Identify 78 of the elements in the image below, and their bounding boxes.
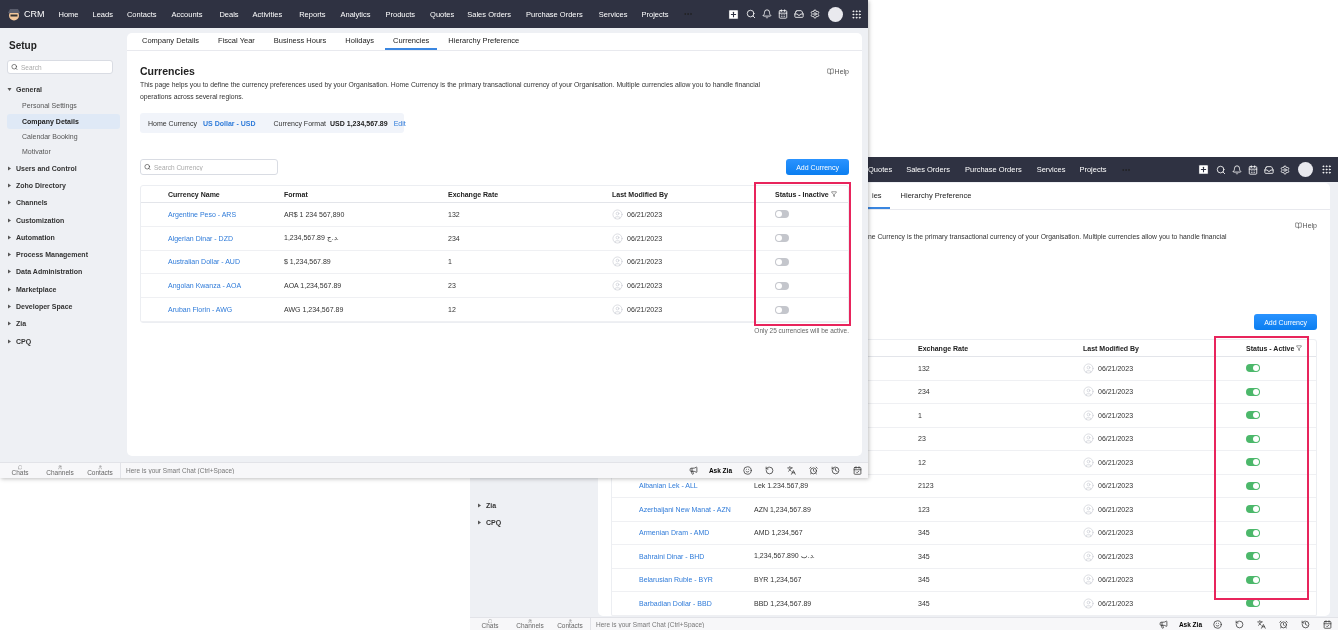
book-icon	[826, 67, 834, 75]
settings-icon[interactable]	[810, 9, 820, 19]
user-avatar-icon	[1083, 574, 1094, 586]
filter-icon	[1296, 345, 1303, 351]
sidebar-title: Setup	[9, 40, 38, 51]
chat-bubble-icon	[17, 465, 23, 470]
status-toggle[interactable]	[775, 210, 789, 219]
caret-icon	[7, 252, 12, 258]
caret-icon	[7, 338, 12, 344]
status-toggle[interactable]	[1246, 599, 1260, 608]
logo-icon[interactable]	[6, 6, 22, 22]
chat-bubble-icon	[487, 618, 493, 623]
user-avatar-icon	[1083, 597, 1094, 609]
apps-grid-icon[interactable]	[851, 8, 862, 20]
user-avatar-icon	[612, 232, 623, 244]
inbox-icon[interactable]	[794, 9, 804, 19]
user-avatar-icon	[1083, 503, 1094, 515]
bell-icon[interactable]	[1232, 164, 1242, 175]
caret-icon	[7, 200, 12, 206]
caret-icon	[477, 520, 482, 526]
caret-icon	[477, 503, 482, 509]
user-avatar-icon	[1083, 433, 1094, 445]
search-icon	[144, 163, 151, 171]
search-icon[interactable]	[746, 9, 756, 19]
user-avatar[interactable]	[828, 6, 843, 22]
user-avatar-icon	[612, 280, 623, 292]
user-avatar-icon	[1083, 409, 1094, 421]
caret-icon	[7, 269, 12, 275]
people-icon	[57, 465, 63, 470]
user-avatar-icon	[612, 256, 623, 268]
bell-icon[interactable]	[762, 9, 772, 19]
caret-icon	[7, 304, 12, 309]
caret-icon	[7, 182, 12, 188]
user-avatar-icon	[1083, 456, 1094, 468]
search-icon	[11, 63, 18, 71]
brand-name: CRM	[24, 9, 45, 19]
status-toggle[interactable]	[775, 258, 789, 266]
user-avatar-icon	[1083, 386, 1094, 398]
search-icon[interactable]	[1216, 164, 1226, 175]
add-icon[interactable]	[727, 7, 740, 21]
user-avatar-icon	[1083, 527, 1094, 539]
status-toggle[interactable]	[1246, 458, 1260, 467]
user-avatar-icon	[612, 304, 623, 316]
person-icon	[97, 465, 103, 470]
caret-icon	[7, 87, 12, 93]
people-icon	[527, 618, 533, 623]
status-toggle[interactable]	[1246, 434, 1260, 443]
status-toggle[interactable]	[1246, 528, 1260, 537]
caret-icon	[7, 217, 12, 223]
status-toggle[interactable]	[1246, 364, 1260, 373]
caret-icon	[7, 286, 12, 292]
user-avatar-icon	[1083, 480, 1094, 492]
status-toggle[interactable]	[775, 305, 789, 314]
inbox-icon[interactable]	[1264, 164, 1274, 175]
status-toggle[interactable]	[775, 281, 789, 290]
user-avatar[interactable]	[1298, 162, 1313, 177]
caret-icon	[7, 321, 12, 327]
settings-icon[interactable]	[1280, 164, 1290, 175]
status-toggle[interactable]	[775, 234, 789, 243]
status-toggle[interactable]	[1246, 575, 1260, 584]
calendar-icon[interactable]	[778, 9, 788, 19]
status-toggle[interactable]	[1246, 411, 1260, 420]
caret-icon	[7, 165, 12, 171]
filter-icon	[830, 191, 837, 197]
user-avatar-icon	[1083, 362, 1094, 374]
status-toggle[interactable]	[1246, 505, 1260, 514]
user-avatar-icon	[612, 208, 623, 220]
user-avatar-icon	[1083, 550, 1094, 562]
calendar-icon[interactable]	[1248, 164, 1258, 175]
book-icon	[1294, 222, 1302, 229]
apps-grid-icon[interactable]	[1321, 164, 1332, 175]
status-toggle[interactable]	[1246, 387, 1260, 396]
status-toggle[interactable]	[1246, 552, 1260, 561]
status-toggle[interactable]	[1246, 481, 1260, 490]
caret-icon	[7, 234, 12, 240]
page-title: Currencies	[140, 65, 195, 77]
person-icon	[567, 618, 573, 623]
add-icon[interactable]	[1197, 163, 1210, 176]
